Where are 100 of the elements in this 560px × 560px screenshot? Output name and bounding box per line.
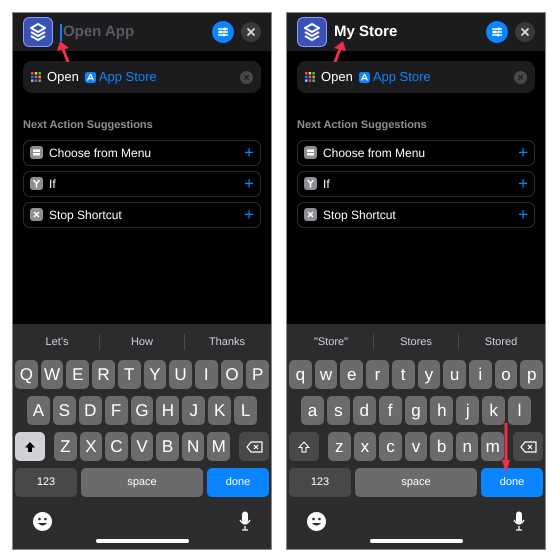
keyboard-key[interactable]: Z	[54, 432, 77, 461]
keyboard-key[interactable]: G	[130, 396, 154, 425]
emoji-icon[interactable]	[307, 512, 326, 530]
keyboard-key[interactable]: C	[105, 432, 128, 461]
app-store-icon	[358, 72, 370, 82]
menu-icon	[304, 146, 317, 159]
keyboard-key[interactable]: d	[352, 396, 376, 425]
close-icon[interactable]	[515, 22, 535, 42]
keyboard-key[interactable]: q	[289, 360, 312, 389]
keyboard-key[interactable]: P	[246, 360, 270, 389]
keyboard-key[interactable]: I	[194, 360, 218, 389]
keyboard-key[interactable]: Q	[15, 360, 38, 389]
keyboard-key[interactable]: L	[234, 396, 258, 425]
keyboard-key[interactable]: p	[520, 360, 544, 389]
numbers-key[interactable]: 123	[15, 468, 77, 497]
space-bar[interactable]: space	[81, 468, 203, 497]
keyboard-key[interactable]: v	[404, 432, 428, 461]
keyboard-key[interactable]: a	[301, 396, 324, 425]
add-button[interactable]: +	[518, 144, 528, 161]
suggestion-row[interactable]: Choose from Menu +	[23, 140, 261, 166]
prediction[interactable]: Stored	[484, 334, 518, 350]
keyboard-key[interactable]: t	[392, 360, 415, 389]
keyboard-key[interactable]: g	[404, 396, 428, 425]
suggestion-row[interactable]: If +	[297, 170, 535, 196]
keyboard-key[interactable]: S	[52, 396, 76, 425]
keyboard-key[interactable]: B	[156, 432, 179, 461]
keyboard-key[interactable]: m	[481, 432, 504, 461]
keyboard-key[interactable]: e	[340, 360, 364, 389]
keyboard-key[interactable]: X	[80, 432, 102, 461]
suggestion-row[interactable]: Stop Shortcut +	[23, 202, 261, 228]
keyboard-key[interactable]: h	[430, 396, 454, 425]
keyboard-key[interactable]: V	[130, 432, 154, 461]
keyboard-key[interactable]: o	[494, 360, 518, 389]
keyboard-key[interactable]: D	[78, 396, 102, 425]
add-button[interactable]: +	[518, 175, 528, 192]
prediction[interactable]: Let’s	[45, 334, 69, 350]
numbers-key[interactable]: 123	[289, 468, 351, 497]
microphone-icon[interactable]	[513, 511, 525, 531]
prediction[interactable]: Stores	[400, 334, 432, 350]
keyboard-key[interactable]: r	[366, 360, 389, 389]
keyboard-key[interactable]: y	[418, 360, 440, 389]
app-token[interactable]: App Store	[358, 67, 431, 87]
prediction[interactable]: Thanks	[208, 334, 246, 350]
add-button[interactable]: +	[244, 206, 254, 223]
suggestion-row[interactable]: Stop Shortcut +	[297, 202, 535, 228]
keyboard-key[interactable]: M	[207, 432, 230, 461]
add-button[interactable]: +	[244, 175, 254, 192]
arrow-up-icon	[298, 440, 310, 452]
delete-key[interactable]	[513, 432, 544, 461]
keyboard-key[interactable]: k	[482, 396, 506, 425]
keyboard-key[interactable]: j	[456, 396, 480, 425]
action-card[interactable]: Open App Store	[23, 61, 261, 93]
keyboard-key[interactable]: A	[27, 396, 50, 425]
keyboard-key[interactable]: n	[456, 432, 478, 461]
shift-key[interactable]	[15, 432, 45, 461]
shortcut-icon[interactable]	[297, 17, 327, 47]
add-button[interactable]: +	[244, 144, 254, 161]
keyboard-key[interactable]: f	[378, 396, 402, 425]
shortcut-name-field[interactable]: My Store	[334, 23, 398, 40]
keyboard-key[interactable]: s	[326, 396, 350, 425]
shift-key[interactable]	[289, 432, 319, 461]
keyboard-key[interactable]: N	[182, 432, 204, 461]
done-key[interactable]: done	[481, 468, 543, 497]
suggestion-row[interactable]: If +	[23, 170, 261, 196]
suggestion-row[interactable]: Choose from Menu +	[297, 140, 535, 166]
prediction[interactable]: How	[130, 334, 153, 350]
action-card[interactable]: Open App Store	[297, 61, 535, 93]
keyboard-key[interactable]: z	[328, 432, 351, 461]
keyboard-key[interactable]: Y	[144, 360, 166, 389]
keyboard-key[interactable]: U	[169, 360, 192, 389]
keyboard-key[interactable]: x	[354, 432, 376, 461]
keyboard-key[interactable]: E	[66, 360, 90, 389]
keyboard-key[interactable]: W	[40, 360, 64, 389]
settings-icon[interactable]	[486, 21, 508, 43]
prediction[interactable]: "Store"	[314, 334, 348, 350]
shortcut-icon[interactable]	[23, 17, 53, 47]
keyboard-key[interactable]: H	[156, 396, 180, 425]
apps-grid-icon	[31, 72, 41, 82]
close-icon[interactable]	[241, 22, 261, 42]
keyboard-key[interactable]: c	[379, 432, 402, 461]
done-key[interactable]: done	[207, 468, 269, 497]
keyboard-key[interactable]: F	[104, 396, 128, 425]
keyboard-key[interactable]: b	[430, 432, 453, 461]
microphone-icon[interactable]	[239, 511, 251, 531]
delete-key[interactable]	[239, 432, 270, 461]
keyboard-key[interactable]: w	[314, 360, 338, 389]
keyboard-key[interactable]: u	[443, 360, 466, 389]
space-bar[interactable]: space	[355, 468, 477, 497]
keyboard-key[interactable]: R	[92, 360, 115, 389]
settings-icon[interactable]	[212, 21, 234, 43]
backspace-icon	[520, 440, 537, 452]
emoji-icon[interactable]	[33, 512, 52, 530]
add-button[interactable]: +	[518, 206, 528, 223]
keyboard-key[interactable]: l	[508, 396, 532, 425]
app-token[interactable]: App Store	[84, 67, 157, 87]
keyboard-key[interactable]: J	[182, 396, 206, 425]
keyboard-key[interactable]: T	[118, 360, 141, 389]
keyboard-key[interactable]: i	[468, 360, 492, 389]
keyboard-key[interactable]: O	[220, 360, 244, 389]
keyboard-key[interactable]: K	[208, 396, 232, 425]
